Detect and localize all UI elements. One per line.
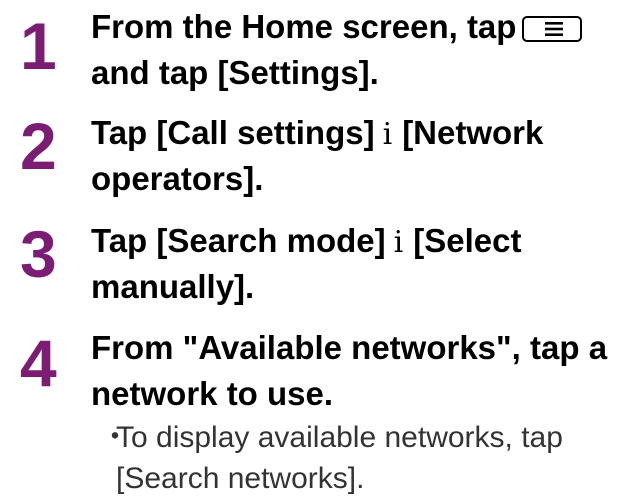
step-number: 3 — [20, 217, 57, 291]
menu-key-icon — [522, 16, 583, 42]
step-number: 2 — [20, 109, 57, 183]
note-line: To display available networks, tap — [116, 421, 563, 454]
step-instruction: From "Available networks", tap a — [91, 329, 608, 366]
step-line-part: Tap [Call settings] — [91, 114, 375, 151]
step-number: 1 — [20, 9, 57, 83]
step-line: From the Home screen, tap — [91, 8, 517, 45]
step-instruction-line2: manually]. — [91, 268, 255, 305]
step-line-part: [Select — [413, 222, 522, 259]
step-line-part: Tap [Search mode] — [91, 222, 386, 259]
step-instruction-line2: and tap [Settings]. — [91, 54, 379, 91]
step-line-part: [Network — [402, 114, 544, 151]
step-note-line2: [Search networks]. — [116, 462, 365, 495]
step-instruction-line2: operators]. — [91, 160, 264, 197]
step-number: 4 — [20, 326, 57, 400]
step-note: ・To display available networks, tap — [100, 416, 636, 459]
arrow-glyph: i — [382, 117, 393, 152]
arrow-glyph: i — [393, 225, 404, 260]
step-instruction: Tap [Search mode] i [Select — [91, 218, 636, 266]
bullet-glyph: ・ — [100, 421, 130, 454]
step-instruction-line2: network to use. — [91, 375, 334, 412]
step-instruction: From the Home screen, tap — [91, 4, 636, 50]
step-instruction: Tap [Call settings] i [Network — [91, 110, 636, 158]
